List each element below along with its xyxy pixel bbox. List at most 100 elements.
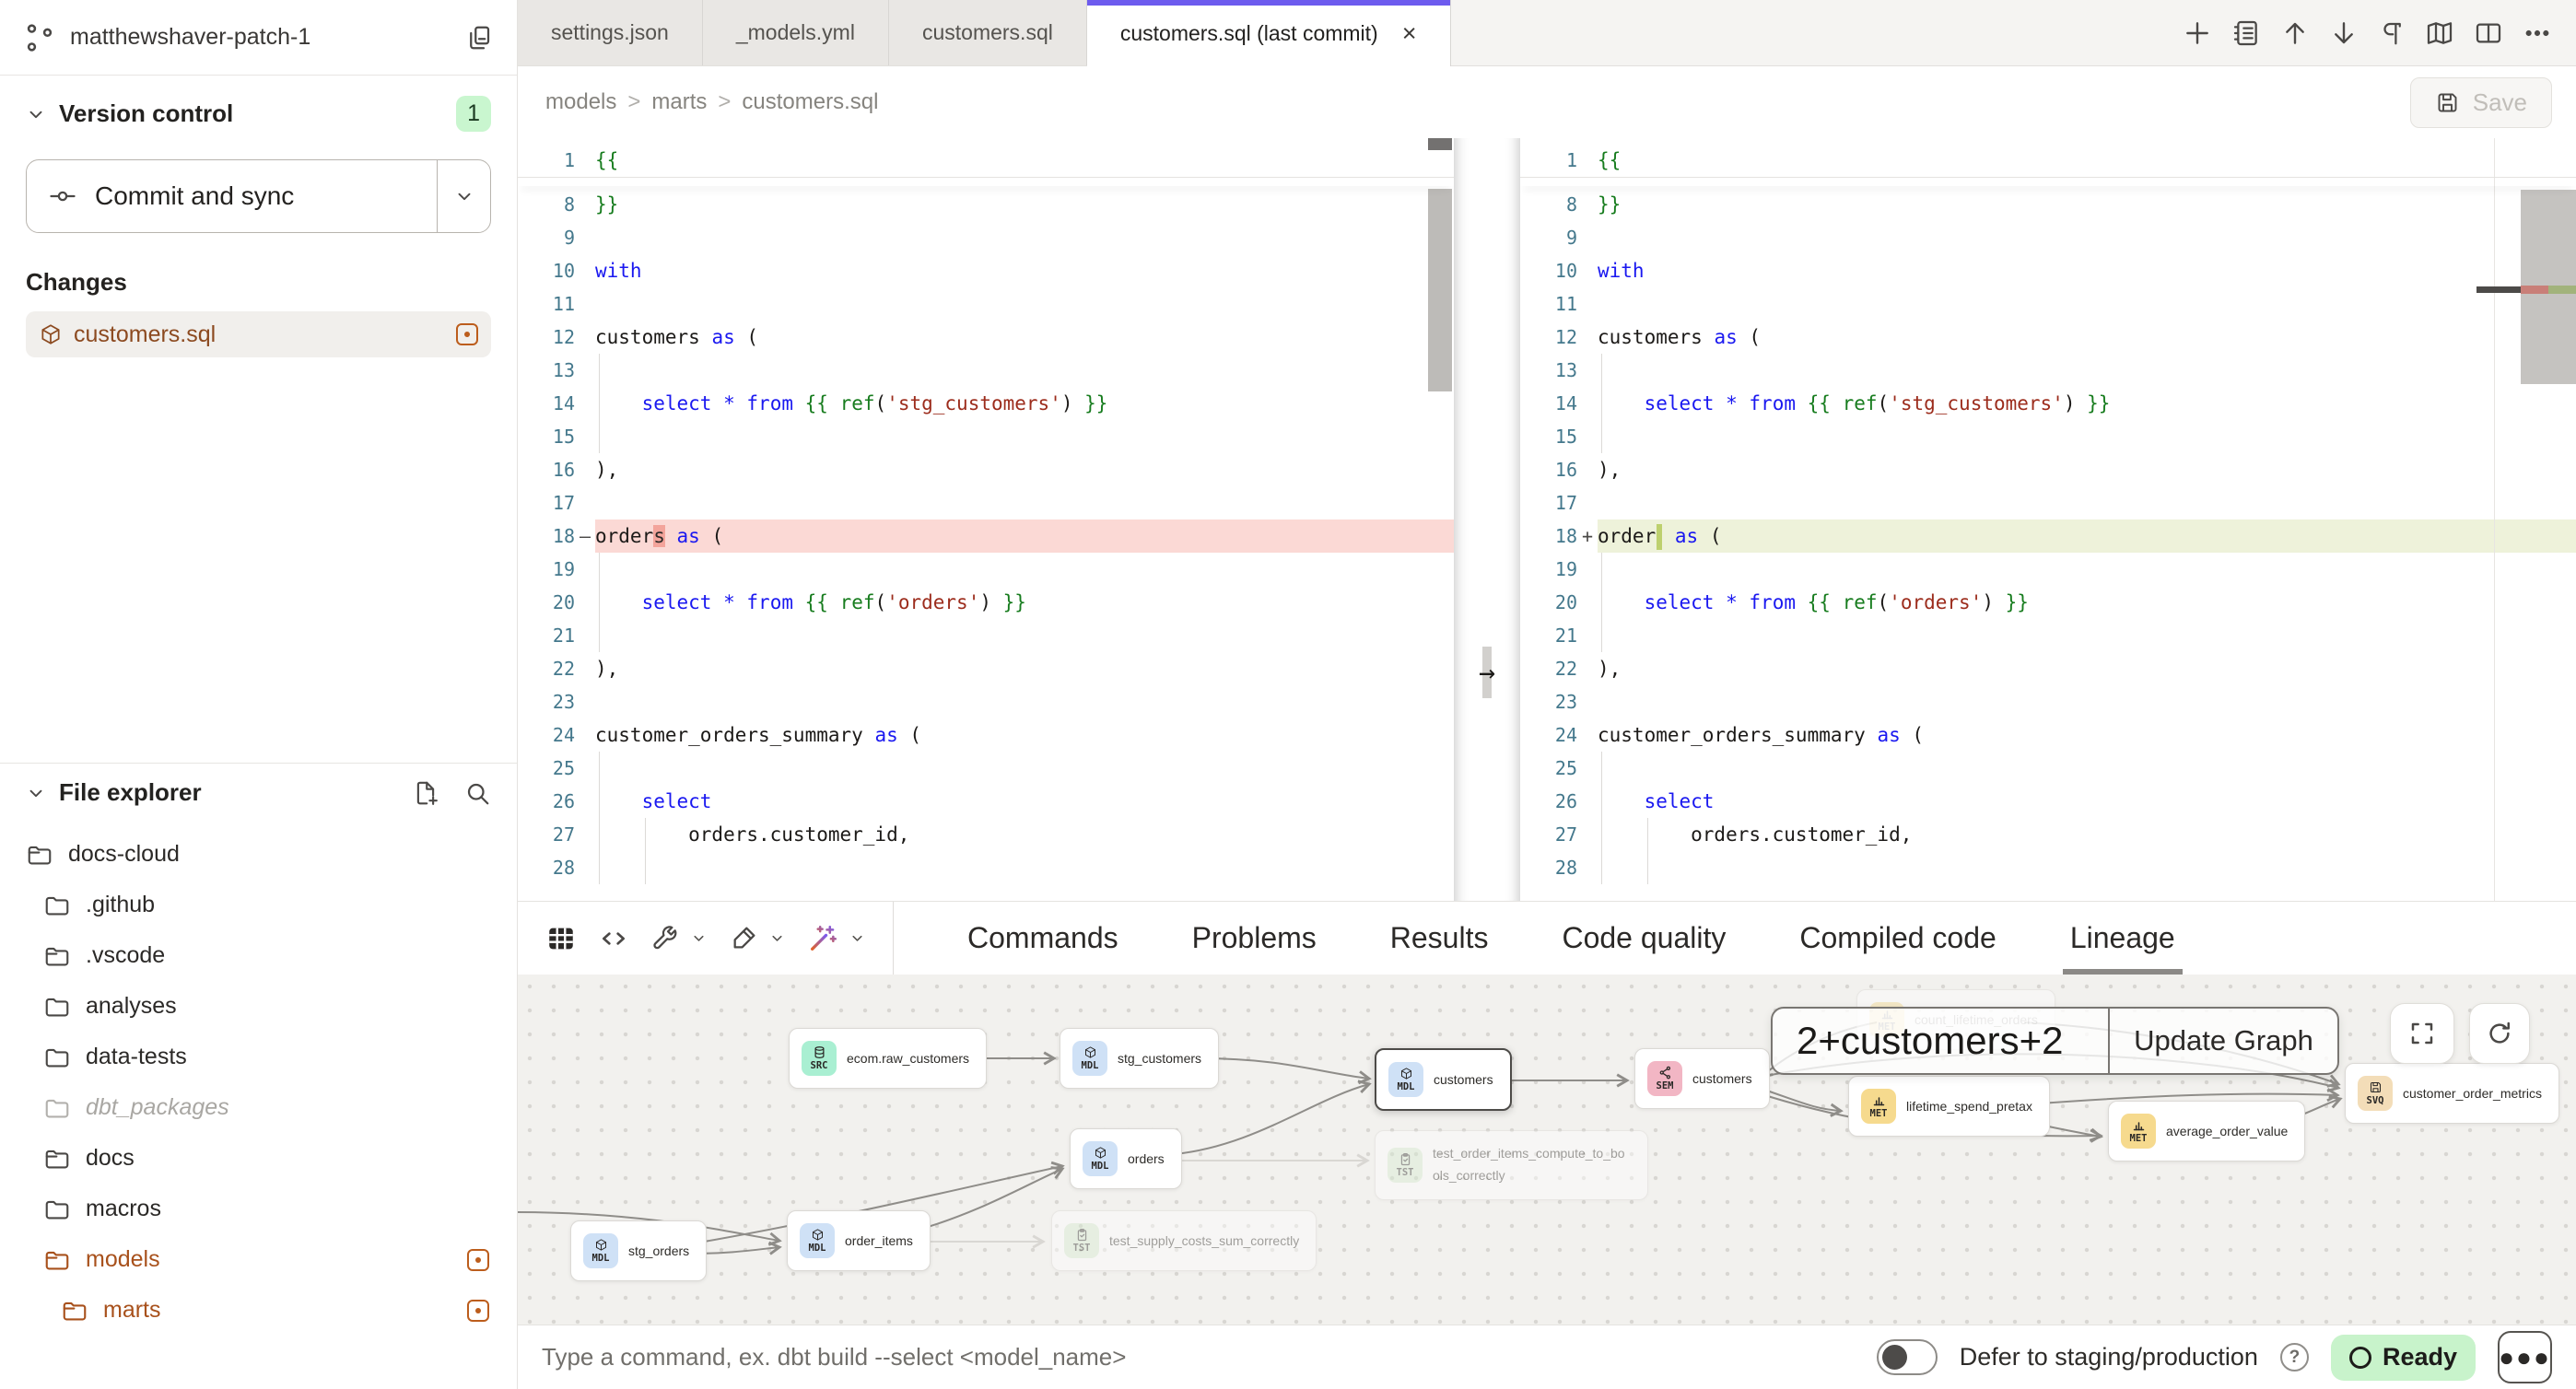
indent-guide [1647, 818, 1648, 851]
ruler-deletion-mark [2521, 286, 2548, 294]
diff-pane-original[interactable]: 1{{8}}910with1112customers as (1314 sele… [518, 138, 1454, 901]
chevron-down-icon[interactable] [849, 930, 865, 946]
code-token [793, 591, 805, 613]
lineage-node-customer-order-metrics[interactable]: SVQcustomer_order_metrics [2345, 1063, 2559, 1124]
file-tree-item-analyses[interactable]: analyses [0, 981, 517, 1032]
file-tree-item--github[interactable]: .github [0, 880, 517, 930]
lineage-node-lifetime-spend-pretax[interactable]: METlifetime_spend_pretax [1848, 1076, 2050, 1137]
file-tree-item-marts[interactable]: marts [0, 1285, 517, 1336]
notebook-icon[interactable] [2231, 18, 2261, 48]
tab-customers-sql[interactable]: customers.sql [889, 0, 1087, 65]
accept-change-arrow[interactable]: → [1470, 656, 1504, 689]
file-tree-item-docs-cloud[interactable]: docs-cloud [0, 829, 517, 880]
chevron-down-icon[interactable] [26, 783, 46, 803]
code-token [711, 591, 723, 613]
folder-open-icon [43, 1145, 71, 1173]
changed-file-row[interactable]: customers.sql [26, 311, 491, 357]
breadcrumb-segment[interactable]: models [545, 89, 616, 115]
format-icon[interactable] [729, 924, 758, 953]
lineage-node-average-order-value[interactable]: METaverage_order_value [2108, 1101, 2305, 1161]
file-tree-label: marts [103, 1297, 161, 1324]
ellipsis-icon[interactable] [2523, 18, 2552, 48]
code-content [1598, 486, 2576, 519]
code-content: orders.customer_id, [595, 818, 1454, 851]
update-graph-button[interactable]: Update Graph [2108, 1009, 2337, 1073]
file-tree-item-data-tests[interactable]: data-tests [0, 1032, 517, 1082]
arrow-down-icon[interactable] [2329, 18, 2359, 48]
panel-tab-problems[interactable]: Problems [1192, 902, 1317, 975]
close-icon[interactable]: × [1402, 19, 1417, 48]
lineage-node-order-items[interactable]: MDLorder_items [787, 1210, 931, 1271]
code-content: select [1598, 785, 2576, 818]
file-tree-item-dbt-packages[interactable]: dbt_packages [0, 1082, 517, 1133]
new-file-icon[interactable] [412, 779, 439, 807]
bottom-panel-toolbar: Commands Problems Results Code quality Compi… [518, 901, 2576, 975]
line-number: 14 [1520, 387, 1577, 420]
code-icon[interactable] [599, 924, 628, 953]
file-tree-item--vscode[interactable]: .vscode [0, 930, 517, 981]
command-input[interactable] [542, 1343, 1855, 1371]
save-button[interactable]: Save [2410, 77, 2552, 128]
commit-and-sync-button[interactable]: Commit and sync [26, 159, 491, 233]
code-line-24: 24customer_orders_summary as ( [1520, 718, 2576, 752]
tab-customers-sql-last-commit-[interactable]: customers.sql (last commit)× [1087, 0, 1451, 66]
diff-pane-modified[interactable]: 1{{8}}910with1112customers as (1314 sele… [1520, 138, 2576, 901]
code-token [991, 591, 1003, 613]
code-token [595, 591, 642, 613]
code-token: select [642, 591, 712, 613]
left-scrollbar[interactable] [1428, 189, 1452, 391]
diff-marker [575, 619, 595, 652]
split-view-icon[interactable] [2474, 18, 2503, 48]
copilot-icon[interactable] [807, 923, 838, 954]
wrench-icon[interactable] [650, 924, 680, 953]
help-icon[interactable]: ? [2280, 1343, 2309, 1371]
chevron-down-icon[interactable] [769, 930, 785, 946]
search-icon[interactable] [463, 779, 491, 807]
more-options-button[interactable]: ●●● [2498, 1331, 2552, 1383]
lineage-node-customers[interactable]: SEMcustomers [1634, 1048, 1770, 1109]
panel-tab-lineage[interactable]: Lineage [2070, 902, 2175, 975]
breadcrumb-segment[interactable]: marts [651, 89, 707, 115]
defer-toggle[interactable] [1877, 1339, 1938, 1375]
map-icon[interactable] [2425, 18, 2454, 48]
arrow-up-icon[interactable] [2280, 18, 2310, 48]
breadcrumb-segment[interactable]: customers.sql [742, 89, 878, 115]
code-content: orders as ( [595, 519, 1454, 553]
code-token: select [1645, 591, 1715, 613]
lineage-node-orders[interactable]: MDLorders [1070, 1128, 1182, 1189]
panel-tab-results[interactable]: Results [1390, 902, 1489, 975]
copy-file-icon[interactable] [465, 24, 493, 52]
file-tree-item-docs[interactable]: docs [0, 1133, 517, 1184]
lineage-node-ecom-raw-customers[interactable]: SRCecom.raw_customers [789, 1028, 987, 1089]
code-content: {{ [595, 144, 1454, 177]
code-content: select [595, 785, 1454, 818]
code-content [1598, 752, 2576, 785]
pilcrow-icon[interactable] [2378, 19, 2406, 47]
lineage-node-stg-orders[interactable]: MDLstg_orders [570, 1220, 707, 1281]
tab-settings-json[interactable]: settings.json [518, 0, 703, 65]
plus-icon[interactable] [2183, 18, 2212, 48]
lineage-node-stg-customers[interactable]: MDLstg_customers [1060, 1028, 1219, 1089]
chevron-down-icon[interactable] [691, 930, 707, 946]
panel-tab-compiled-code[interactable]: Compiled code [1799, 902, 1996, 975]
lineage-node-test-supply-costs-sum-correctly[interactable]: TSTtest_supply_costs_sum_correctly [1051, 1210, 1317, 1271]
tab--models-yml[interactable]: _models.yml [703, 0, 889, 65]
code-token: customers [1598, 326, 1714, 348]
node-type-label: MDL [592, 1253, 610, 1264]
commit-options-caret[interactable] [437, 160, 490, 232]
lineage-node-test-order-items-compute-to-bools-correctly[interactable]: TSTtest_order_items_compute_to_bools_cor… [1375, 1130, 1648, 1200]
diff-marker [1577, 420, 1598, 453]
indent-guide [1601, 354, 1602, 387]
chevron-down-icon[interactable] [26, 104, 46, 124]
refresh-button[interactable] [2469, 1003, 2530, 1064]
panel-tab-commands[interactable]: Commands [967, 902, 1118, 975]
file-tree-item-macros[interactable]: macros [0, 1184, 517, 1234]
file-tree-item-models[interactable]: models [0, 1234, 517, 1285]
lineage-selector-input[interactable]: 2+customers+2 [1773, 1009, 2108, 1073]
lineage-node-customers[interactable]: MDLcustomers [1375, 1048, 1512, 1111]
panel-tab-code-quality[interactable]: Code quality [1562, 902, 1726, 975]
results-table-icon[interactable] [545, 923, 577, 954]
lineage-canvas[interactable]: SRCecom.raw_customers MDLstg_customers MDL… [518, 975, 2576, 1325]
fullscreen-button[interactable] [2390, 1003, 2454, 1064]
sticky-scroll-divider [518, 177, 1454, 186]
